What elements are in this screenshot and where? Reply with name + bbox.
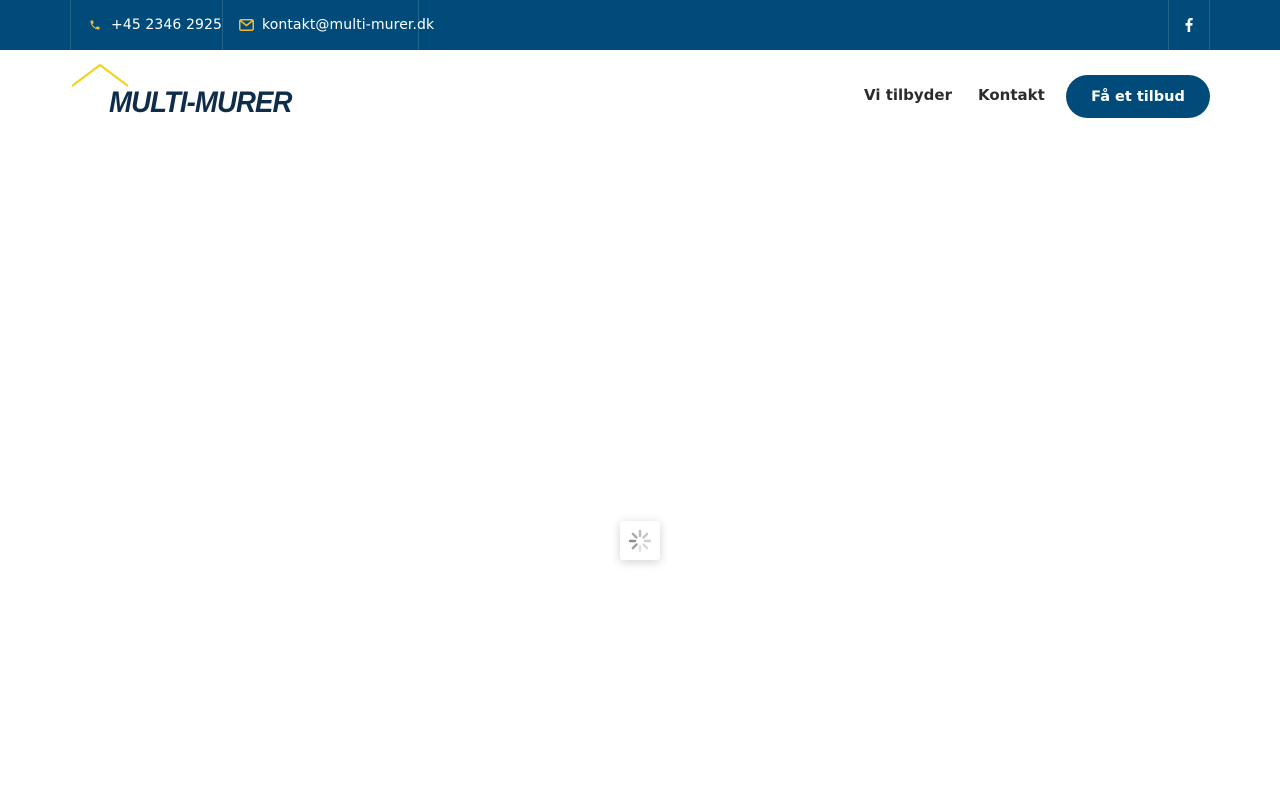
nav-vi-tilbyder[interactable]: Vi tilbyder — [864, 86, 952, 104]
page-loader — [620, 521, 660, 560]
facebook-icon — [1185, 18, 1193, 32]
phone-number: +45 2346 2925 — [111, 17, 223, 33]
phone-link[interactable]: +45 2346 2925 — [70, 0, 223, 50]
facebook-link[interactable] — [1168, 0, 1210, 50]
phone-icon — [87, 17, 103, 33]
nav-kontakt[interactable]: Kontakt — [978, 86, 1045, 104]
logo-text: MULTI-MURER — [109, 86, 292, 119]
email-address: kontakt@multi-murer.dk — [262, 17, 435, 33]
get-quote-button[interactable]: Få et tilbud — [1066, 75, 1210, 118]
email-link[interactable]: kontakt@multi-murer.dk — [222, 0, 434, 50]
site-logo[interactable]: MULTI-MURER — [70, 64, 292, 126]
envelope-icon — [239, 17, 254, 33]
top-bar: +45 2346 2925 kontakt@multi-murer.dk — [0, 0, 1280, 50]
site-header: MULTI-MURER Vi tilbyder Kontakt Få et ti… — [0, 50, 1280, 142]
spinner-icon — [628, 529, 652, 552]
